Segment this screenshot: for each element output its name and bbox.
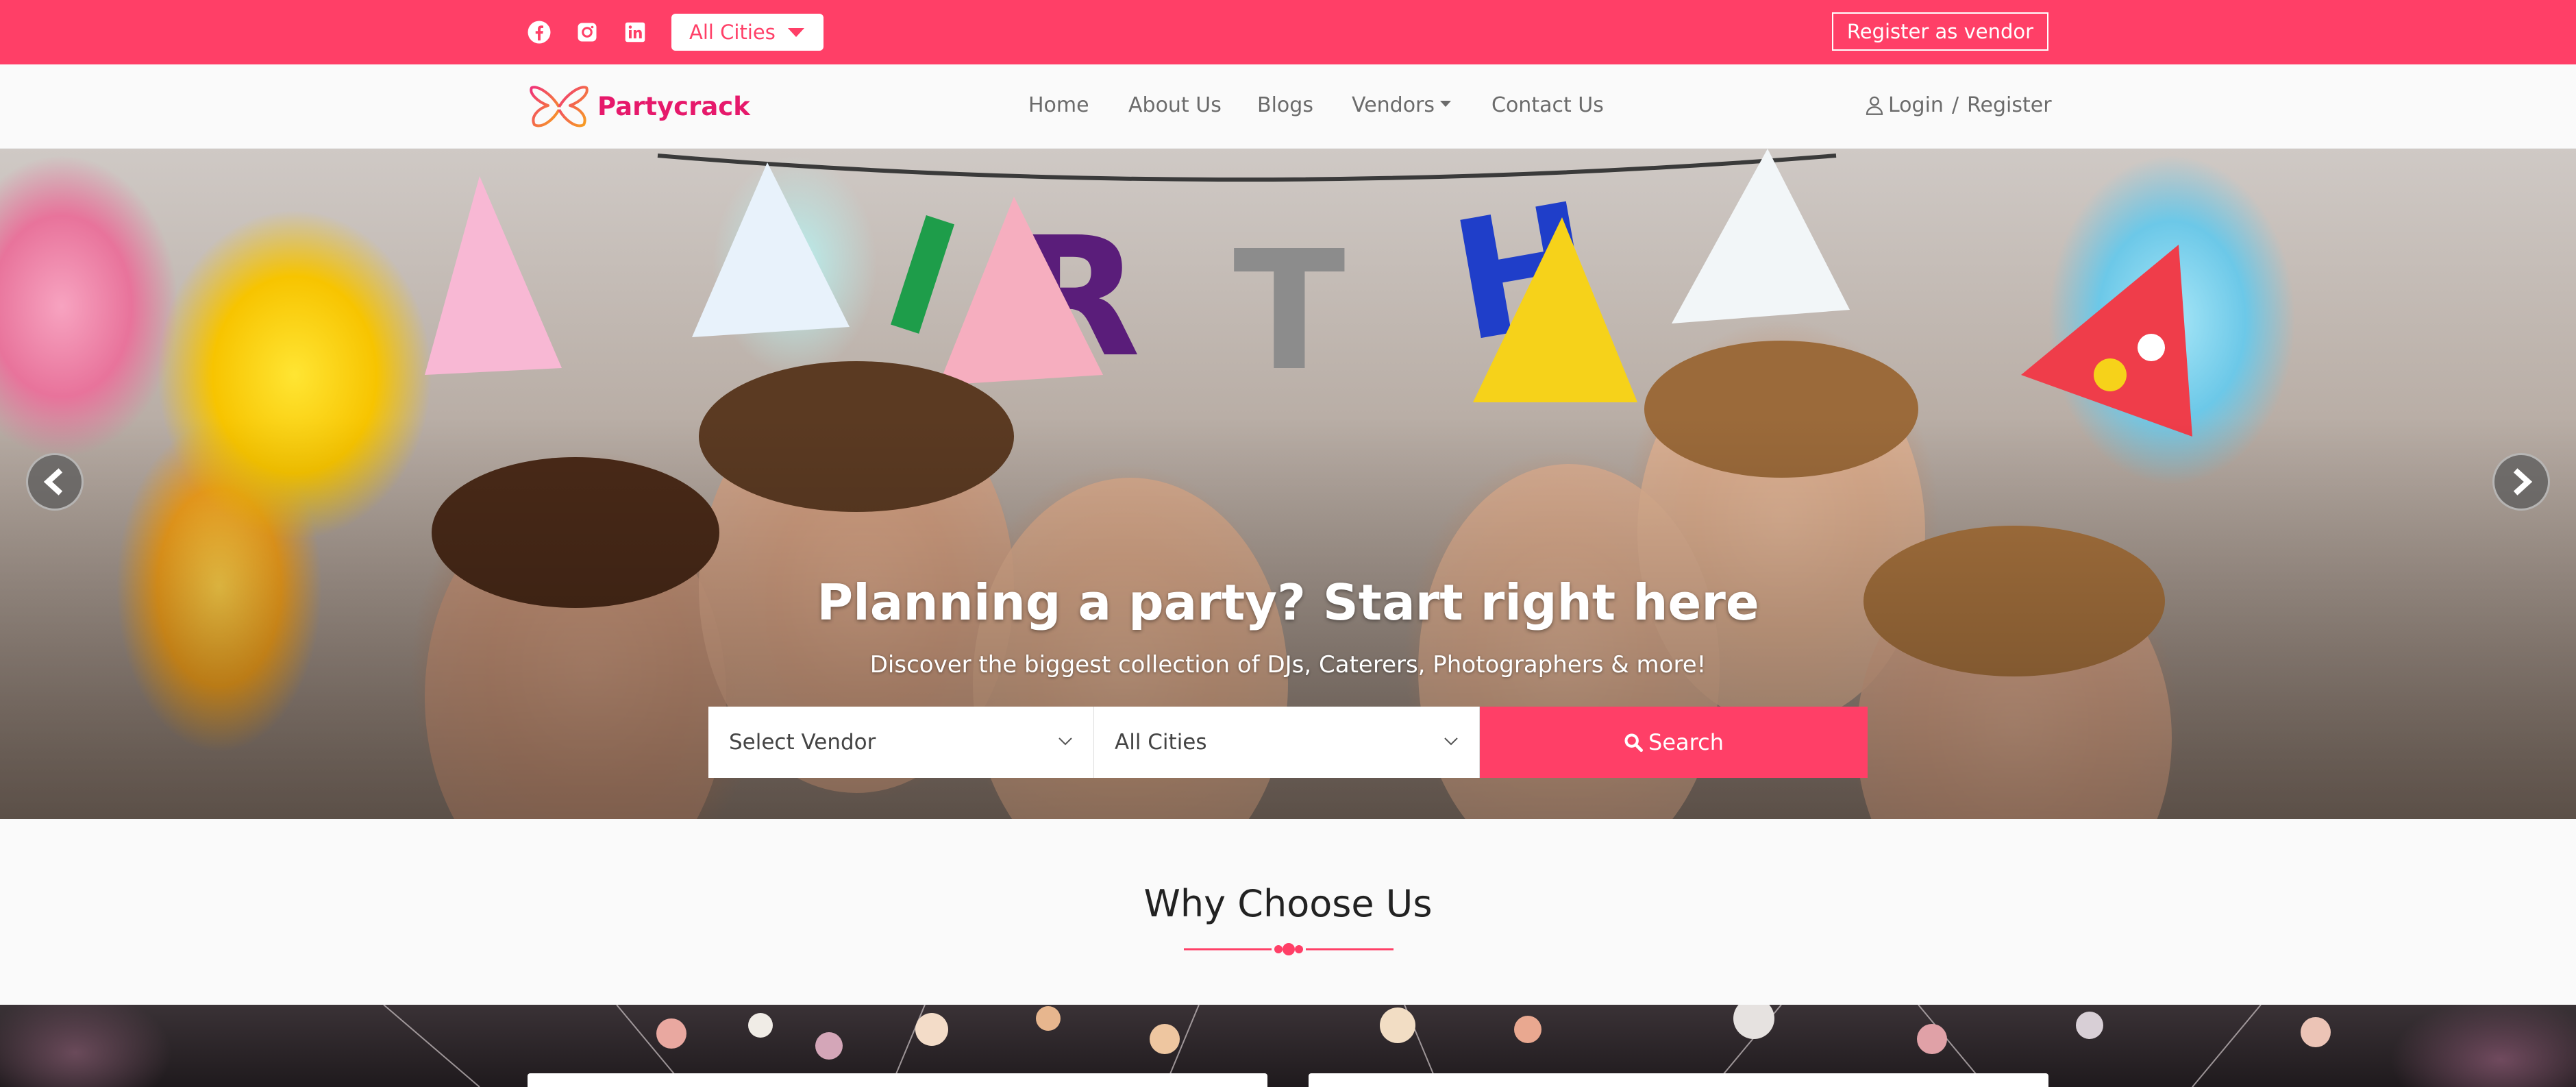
hero-subtitle: Discover the biggest collection of DJs, … [869, 651, 1707, 679]
top-bar: All Cities Register as vendor [0, 0, 2576, 64]
chevron-right-icon [2513, 468, 2533, 496]
city-select-label: All Cities [1115, 730, 1207, 755]
hero-carousel: I R T H Planning a party? Start right he… [0, 149, 2576, 819]
vendor-select-label: Select Vendor [729, 730, 876, 755]
flowers-image [383, 1005, 2331, 1087]
top-city-select-label: All Cities [689, 21, 776, 44]
caret-down-icon [1440, 101, 1452, 107]
why-choose-section: Why Choose Us [0, 819, 2576, 1005]
nav-blogs[interactable]: Blogs [1257, 93, 1313, 117]
main-navbar: Partycrack Home About Us Blogs Vendors C… [0, 64, 2576, 149]
nav-about-us[interactable]: About Us [1128, 93, 1222, 117]
carousel-next-button[interactable] [2492, 453, 2550, 511]
features-background [0, 1005, 2576, 1087]
city-select[interactable]: All Cities [1094, 707, 1480, 778]
nav-home[interactable]: Home [1028, 93, 1089, 117]
facebook-icon[interactable] [526, 19, 552, 45]
top-city-select[interactable]: All Cities [671, 14, 823, 51]
nav-vendors-label: Vendors [1352, 93, 1435, 117]
chevron-left-icon [43, 468, 63, 496]
feature-card [1309, 1073, 2048, 1087]
auth-links: Login / Register [1865, 93, 2052, 117]
brand-logo[interactable]: Partycrack [528, 81, 750, 132]
nav-vendors-dropdown[interactable]: Vendors [1352, 93, 1452, 117]
butterfly-logo-icon [530, 86, 589, 127]
user-icon [1866, 96, 1883, 115]
nav-contact-us[interactable]: Contact Us [1491, 93, 1604, 117]
hero-title: Planning a party? Start right here [817, 574, 1759, 631]
auth-separator: / [1951, 93, 1959, 117]
feature-card [528, 1073, 1267, 1087]
register-vendor-button[interactable]: Register as vendor [1832, 12, 2048, 51]
login-link[interactable]: Login [1888, 93, 1944, 117]
search-button-label: Search [1648, 729, 1724, 755]
vendor-select[interactable]: Select Vendor [708, 707, 1094, 778]
chevron-down-icon [1444, 737, 1458, 746]
caret-down-icon [788, 28, 804, 37]
carousel-prev-button[interactable] [26, 453, 84, 511]
register-link[interactable]: Register [1967, 93, 2052, 117]
search-button[interactable]: Search [1480, 707, 1868, 778]
section-title: Why Choose Us [1143, 882, 1433, 925]
instagram-icon[interactable] [574, 19, 600, 45]
hero-search-form: Select Vendor All Cities Search [708, 707, 1868, 778]
brand-name: Partycrack [597, 91, 750, 121]
dots-divider-icon [1184, 943, 1394, 955]
chevron-down-icon [1058, 737, 1072, 746]
linkedin-icon[interactable] [622, 19, 648, 45]
search-icon [1624, 733, 1644, 752]
